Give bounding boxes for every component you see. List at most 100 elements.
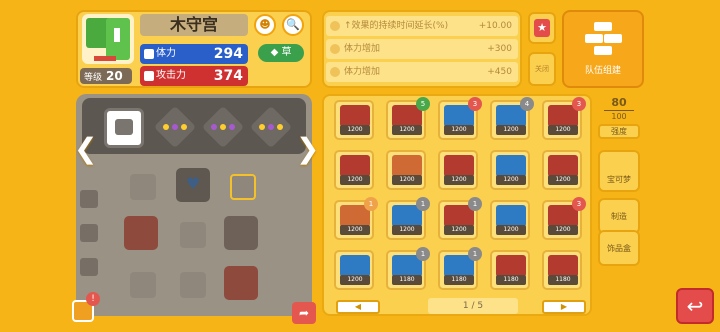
emote-button[interactable]: ☻ (254, 14, 276, 36)
stone-tile[interactable]: 1200 (490, 150, 530, 190)
stone-tile[interactable]: 1200 5 (386, 97, 430, 140)
stone-tile[interactable]: 1200 3 (542, 97, 586, 140)
stone-value: 1180 (496, 275, 526, 285)
stone-tile[interactable]: 1200 (542, 150, 582, 190)
hp-label: 体力 (156, 48, 176, 59)
lock-label: 关闭 (535, 65, 549, 73)
stone-value: 1200 (548, 125, 578, 135)
stone-value: 1200 (444, 175, 474, 185)
stone-image (444, 155, 474, 177)
team-build-button[interactable]: 队伍组建 (562, 10, 644, 88)
pokemon-menu-label: 宝可梦 (607, 175, 631, 184)
star-icon: ★ (534, 19, 550, 37)
stone-value: 1200 (340, 175, 370, 185)
stone-value: 1200 (496, 225, 526, 235)
stone-badge: 1 (468, 197, 482, 211)
board-icon (80, 224, 98, 242)
effect-icon (330, 21, 340, 31)
heart-icon: ♥ (185, 174, 201, 193)
stone-tile[interactable]: 1200 1 (386, 197, 430, 240)
share-icon[interactable]: ➦ (292, 302, 316, 324)
type-label: 草 (281, 47, 292, 58)
stone-value: 1200 (496, 125, 526, 135)
board-cell[interactable] (124, 216, 158, 250)
stone-badge: 3 (572, 197, 586, 211)
next-arrow-icon[interactable]: ❯ (296, 132, 319, 165)
stone-tile[interactable]: 1200 3 (438, 97, 482, 140)
effect-row: ↑效果的持续时间延长(%) +10.00 (326, 16, 518, 36)
board-cell[interactable] (180, 272, 206, 298)
board-icon (80, 190, 98, 208)
stone-tile[interactable]: 1200 3 (542, 197, 586, 240)
hp-stat: 体力 294 (140, 44, 248, 64)
board-cell[interactable] (224, 216, 258, 250)
stone-badge: 1 (364, 197, 378, 211)
craft-menu-button[interactable]: 制造 (598, 198, 640, 234)
stone-image (340, 255, 370, 277)
team-icon (585, 22, 622, 55)
team-build-label: 队伍组建 (584, 66, 621, 76)
stone-tile[interactable]: 1200 (438, 150, 478, 190)
stone-tile[interactable]: 1200 (334, 150, 374, 190)
stone-tile[interactable]: 1180 (490, 250, 530, 290)
effect-icon (330, 44, 340, 54)
stone-value: 1180 (392, 275, 422, 285)
effect-value: +450 (487, 67, 512, 77)
page-prev-button[interactable]: ◀ (336, 300, 380, 314)
effect-row: 体力增加 +300 (326, 39, 518, 59)
fist-icon (144, 71, 154, 81)
effect-label: 体力增加 (344, 44, 381, 54)
atk-label: 攻击力 (156, 70, 186, 81)
hp-value: 294 (213, 46, 243, 62)
atk-value: 374 (213, 68, 243, 84)
stone-value: 1200 (340, 225, 370, 235)
page-next-button[interactable]: ▶ (542, 300, 586, 314)
back-arrow-icon: ↩ (686, 294, 704, 318)
effect-label: 体力增加 (344, 67, 381, 77)
heart-icon (144, 49, 154, 59)
stone-badge: 1 (416, 197, 430, 211)
lock-button[interactable]: 关闭 (528, 52, 556, 86)
board-cell[interactable] (224, 266, 258, 300)
stone-tile[interactable]: 1200 1 (334, 197, 378, 240)
stone-tile[interactable]: 1200 (490, 200, 530, 240)
stone-value: 1200 (340, 125, 370, 135)
board-cell[interactable] (130, 272, 156, 298)
strength-button[interactable]: 强度 (598, 124, 640, 139)
stone-value: 1200 (444, 125, 474, 135)
board-cell[interactable] (180, 222, 206, 248)
pokemon-menu-button[interactable]: 宝可梦 (598, 150, 640, 192)
page-indicator: 1 / 5 (428, 298, 518, 314)
level-display: 等级 20 (80, 68, 132, 84)
board-cell-heart[interactable]: ♥ (176, 168, 210, 202)
pokemon-silhouette-icon (115, 119, 133, 135)
stone-value: 1180 (548, 275, 578, 285)
stone-tile[interactable]: 1200 (386, 150, 426, 190)
effect-icon (330, 67, 340, 77)
stone-tile[interactable]: 1200 (334, 100, 374, 140)
stone-value: 1200 (444, 225, 474, 235)
board-cell-selected[interactable] (230, 174, 256, 200)
star-button[interactable]: ★ (528, 12, 556, 44)
stone-value: 1180 (444, 275, 474, 285)
decoration-box-button[interactable]: 饰品盒 (598, 230, 640, 266)
stone-tile[interactable]: 1200 1 (438, 197, 482, 240)
stone-badge: 4 (520, 97, 534, 111)
stone-tile[interactable]: 1200 (334, 250, 374, 290)
left-icon-column (80, 190, 98, 276)
stone-dots (163, 124, 187, 130)
main-slot[interactable] (104, 108, 144, 148)
search-icon[interactable]: 🔍 (282, 14, 304, 36)
stone-value: 1200 (392, 175, 422, 185)
board-icon (80, 258, 98, 276)
strength-display: 80 100 强度 (598, 96, 640, 142)
stone-tile[interactable]: 1180 1 (438, 247, 482, 290)
back-button[interactable]: ↩ (676, 288, 714, 324)
stone-tile[interactable]: 1200 4 (490, 97, 534, 140)
stone-tile[interactable]: 1180 1 (386, 247, 430, 290)
stone-tile[interactable]: 1180 (542, 250, 582, 290)
board-cell[interactable] (130, 174, 156, 200)
prev-arrow-icon[interactable]: ❮ (74, 132, 97, 165)
effect-row: 体力增加 +450 (326, 62, 518, 82)
decoration-box-label: 饰品盒 (607, 244, 631, 253)
